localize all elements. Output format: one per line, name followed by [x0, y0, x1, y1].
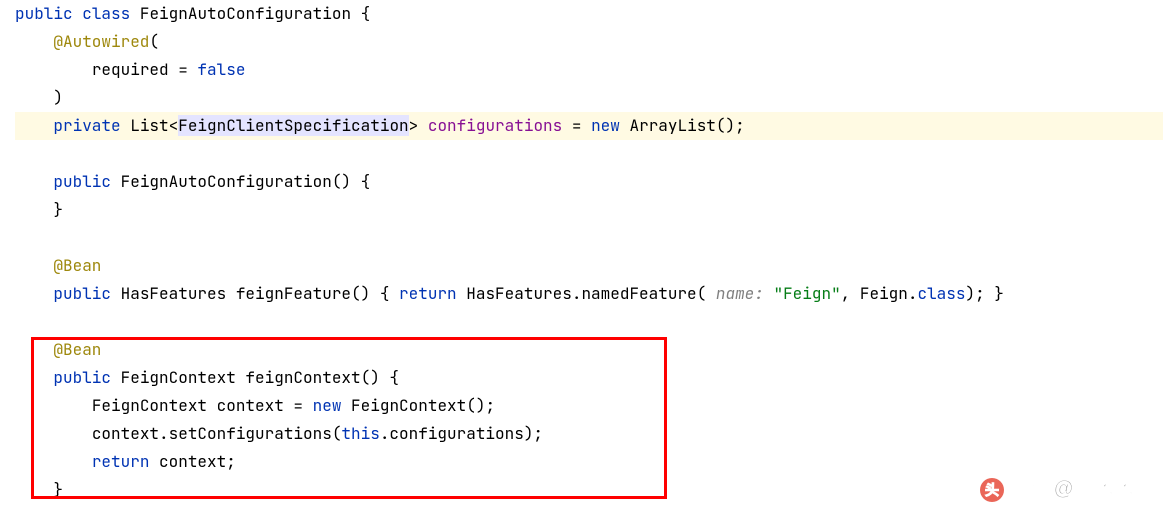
- keyword-private: private: [53, 115, 120, 136]
- code-line[interactable]: }: [15, 196, 1163, 224]
- keyword-public: public: [53, 367, 111, 388]
- return-type: HasFeatures: [111, 283, 236, 304]
- angle-bracket: >: [409, 115, 419, 136]
- brace: {: [351, 3, 370, 24]
- constructor-call: ArrayList();: [620, 115, 745, 136]
- code-line[interactable]: context.setConfigurations(this.configura…: [15, 420, 1163, 448]
- field-access: .configurations);: [380, 423, 543, 444]
- keyword-public: public: [53, 171, 111, 192]
- method-call: , Feign.: [841, 283, 918, 304]
- keyword-class: class: [82, 3, 130, 24]
- code-line-highlighted[interactable]: private List<FeignClientSpecification> c…: [15, 112, 1163, 140]
- watermark-icon: 头: [980, 478, 1004, 502]
- brace: }: [53, 199, 63, 220]
- code-line[interactable]: @Bean: [15, 252, 1163, 280]
- class-name: FeignAutoConfiguration: [140, 3, 351, 24]
- constructor-signature: FeignAutoConfiguration() {: [111, 171, 370, 192]
- keyword-false: false: [197, 59, 245, 80]
- code-line-empty[interactable]: [15, 308, 1163, 336]
- code-content[interactable]: public class FeignAutoConfiguration { @A…: [0, 0, 1163, 504]
- code-line[interactable]: public HasFeatures feignFeature() { retu…: [15, 280, 1163, 308]
- code-line-empty[interactable]: [15, 224, 1163, 252]
- annotation-bean: @Bean: [53, 255, 101, 276]
- annotation-autowired: @Autowired: [53, 31, 149, 52]
- keyword-return: return: [92, 451, 150, 472]
- keyword-this: this: [341, 423, 379, 444]
- param-name: required =: [92, 59, 198, 80]
- constructor-call: FeignContext();: [341, 395, 495, 416]
- type-selection-post: ication: [341, 115, 408, 136]
- code-editor[interactable]: public class FeignAutoConfiguration { @A…: [0, 0, 1163, 504]
- watermark: 头头条 @宇木木兮: [980, 472, 1153, 507]
- equals: =: [562, 115, 591, 136]
- code-line[interactable]: public FeignAutoConfiguration() {: [15, 168, 1163, 196]
- code-line[interactable]: ): [15, 84, 1163, 112]
- paren: ): [53, 87, 63, 108]
- code-line-empty[interactable]: [15, 140, 1163, 168]
- code-line[interactable]: FeignContext context = new FeignContext(…: [15, 392, 1163, 420]
- method-call: HasFeatures.namedFeature(: [457, 283, 707, 304]
- keyword-new: new: [591, 115, 620, 136]
- field-name: configurations: [418, 115, 562, 136]
- keyword-class: class: [917, 283, 965, 304]
- type-list: List: [130, 115, 168, 136]
- param-hint: name:: [706, 283, 773, 304]
- brace: }: [53, 479, 63, 500]
- code-line[interactable]: @Bean: [15, 336, 1163, 364]
- type: FeignContext: [92, 395, 217, 416]
- keyword-return: return: [399, 283, 457, 304]
- method-sig: () {: [351, 283, 399, 304]
- angle-bracket: <: [169, 115, 179, 136]
- method-sig: () {: [361, 367, 399, 388]
- method-call: context.setConfigurations(: [92, 423, 342, 444]
- method-name: feignFeature: [236, 283, 351, 304]
- type-selection-pre: FeignClientSpecif: [178, 115, 341, 136]
- method-call-end: ); }: [966, 283, 1004, 304]
- string-literal: "Feign": [773, 283, 840, 304]
- variable: context =: [217, 395, 313, 416]
- keyword-new: new: [313, 395, 342, 416]
- method-name: feignContext: [245, 367, 360, 388]
- keyword-public: public: [15, 3, 73, 24]
- annotation-bean: @Bean: [53, 339, 101, 360]
- return-value: context;: [149, 451, 235, 472]
- code-line[interactable]: public class FeignAutoConfiguration {: [15, 0, 1163, 28]
- paren: (: [149, 31, 159, 52]
- code-line[interactable]: @Autowired(: [15, 28, 1163, 56]
- code-line[interactable]: public FeignContext feignContext() {: [15, 364, 1163, 392]
- code-line[interactable]: required = false: [15, 56, 1163, 84]
- keyword-public: public: [53, 283, 111, 304]
- return-type: FeignContext: [111, 367, 245, 388]
- watermark-text: 头条 @宇木木兮: [1008, 478, 1153, 500]
